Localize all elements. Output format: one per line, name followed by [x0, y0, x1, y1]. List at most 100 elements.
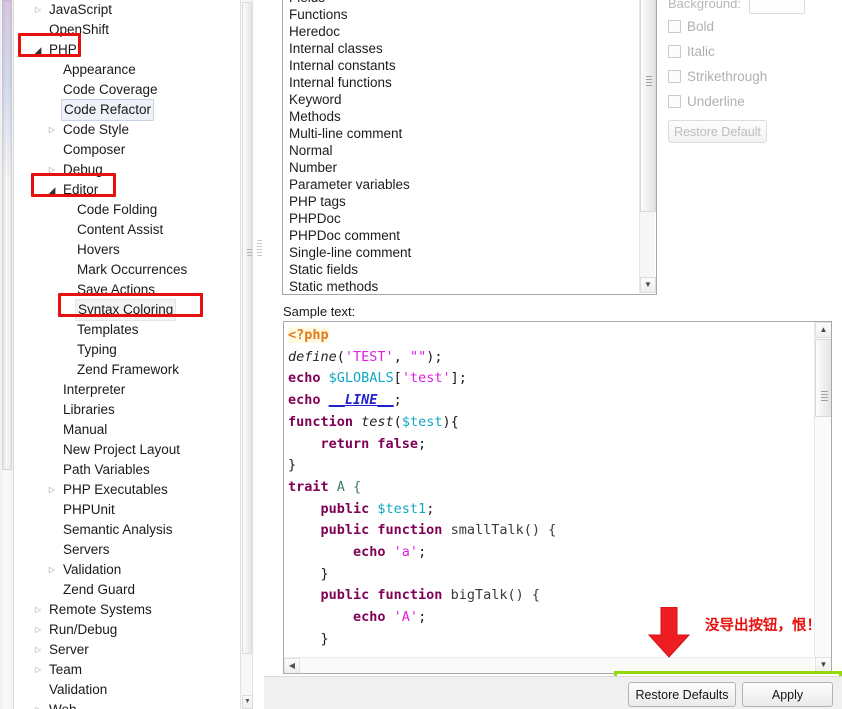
tree-collapsed-arrow-icon[interactable] [33, 700, 43, 709]
sample-scroll-left-icon[interactable]: ◀ [284, 658, 300, 673]
tree-item-php[interactable]: PHP [15, 40, 240, 60]
strikethrough-row[interactable]: Strikethrough [668, 64, 842, 89]
tree-item-label: Hovers [77, 242, 120, 257]
tree-scrollbar[interactable]: ▼ [240, 0, 253, 709]
tree-collapsed-arrow-icon[interactable] [33, 600, 43, 620]
sample-scroll-up-icon[interactable]: ▲ [815, 322, 831, 338]
underline-checkbox[interactable] [668, 95, 681, 108]
tree-item-code-coverage[interactable]: Code Coverage [15, 80, 240, 100]
window-scrollbar[interactable] [0, 0, 14, 709]
tree-scroll-down-icon[interactable]: ▼ [242, 695, 253, 709]
bold-row[interactable]: Bold [668, 14, 842, 39]
tree-item-editor[interactable]: Editor [15, 180, 240, 200]
strikethrough-checkbox[interactable] [668, 70, 681, 83]
tree-item-content-assist[interactable]: Content Assist [15, 220, 240, 240]
listbox-scroll-down-icon[interactable]: ▼ [640, 277, 656, 293]
tree-item-php-executables[interactable]: PHP Executables [15, 480, 240, 500]
tree-collapsed-arrow-icon[interactable] [33, 0, 43, 20]
sample-horizontal-scrollbar[interactable]: ◀ [284, 657, 814, 673]
tree-collapsed-arrow-icon[interactable] [47, 120, 57, 140]
tree-item-team[interactable]: Team [15, 660, 240, 680]
tree-item-path-variables[interactable]: Path Variables [15, 460, 240, 480]
syntax-element-item[interactable]: Multi-line comment [283, 125, 656, 142]
tree-item-libraries[interactable]: Libraries [15, 400, 240, 420]
tree-scrollbar-thumb[interactable] [242, 2, 253, 654]
syntax-element-item[interactable]: Static fields [283, 261, 656, 278]
tree-item-syntax-coloring[interactable]: Syntax Coloring [15, 299, 240, 321]
syntax-element-item[interactable]: PHPDoc comment [283, 227, 656, 244]
tree-item-servers[interactable]: Servers [15, 540, 240, 560]
tree-item-typing[interactable]: Typing [15, 340, 240, 360]
syntax-element-item[interactable]: Heredoc [283, 23, 656, 40]
syntax-element-item[interactable]: Number [283, 159, 656, 176]
syntax-element-item[interactable]: Parameter variables [283, 176, 656, 193]
code-token: 'test' [401, 370, 451, 387]
tree-item-javascript[interactable]: JavaScript [15, 0, 240, 20]
tree-item-code-refactor[interactable]: Code Refactor [15, 99, 240, 121]
panel-sash[interactable] [256, 0, 264, 709]
syntax-element-item[interactable]: Internal functions [283, 74, 656, 91]
tree-item-debug[interactable]: Debug [15, 160, 240, 180]
apply-button[interactable]: Apply [742, 682, 833, 707]
tree-item-code-folding[interactable]: Code Folding [15, 200, 240, 220]
background-color-button[interactable] [749, 0, 805, 14]
tree-expanded-arrow-icon[interactable] [33, 40, 43, 60]
code-line: public $test1; [288, 499, 811, 521]
tree-item-run-debug[interactable]: Run/Debug [15, 620, 240, 640]
code-token: public [288, 500, 378, 517]
sample-vscroll-thumb[interactable] [815, 339, 831, 417]
listbox-scrollbar-thumb[interactable] [640, 0, 656, 212]
tree-item-remote-systems[interactable]: Remote Systems [15, 600, 240, 620]
tree-collapsed-arrow-icon[interactable] [33, 620, 43, 640]
italic-row[interactable]: Italic [668, 39, 842, 64]
tree-item-composer[interactable]: Composer [15, 140, 240, 160]
tree-item-templates[interactable]: Templates [15, 320, 240, 340]
background-row: Background: [668, 0, 842, 14]
code-line: echo $GLOBALS['test']; [288, 368, 811, 390]
syntax-element-item[interactable]: Methods [283, 108, 656, 125]
sample-scroll-down-icon[interactable]: ▼ [815, 657, 831, 673]
italic-label: Italic [687, 44, 715, 59]
tree-item-zend-guard[interactable]: Zend Guard [15, 580, 240, 600]
syntax-element-item[interactable]: PHPDoc [283, 210, 656, 227]
listbox-scrollbar[interactable]: ▼ [639, 0, 656, 293]
tree-item-validation[interactable]: Validation [15, 560, 240, 580]
tree-item-web[interactable]: Web [15, 700, 240, 709]
restore-defaults-button[interactable]: Restore Defaults [628, 682, 736, 707]
preferences-tree[interactable]: JavaScript OpenShift PHP Appearance Code Cov… [15, 0, 240, 709]
syntax-element-item[interactable]: Normal [283, 142, 656, 159]
syntax-element-item[interactable]: Internal constants [283, 57, 656, 74]
tree-item-phpunit[interactable]: PHPUnit [15, 500, 240, 520]
syntax-element-item[interactable]: Internal classes [283, 40, 656, 57]
syntax-element-item[interactable]: Keyword [283, 91, 656, 108]
syntax-element-item[interactable]: Static methods [283, 278, 656, 294]
tree-item-appearance[interactable]: Appearance [15, 60, 240, 80]
tree-expanded-arrow-icon[interactable] [47, 180, 57, 200]
syntax-element-item[interactable]: Single-line comment [283, 244, 656, 261]
tree-item-server[interactable]: Server [15, 640, 240, 660]
tree-item-zend-framework[interactable]: Zend Framework [15, 360, 240, 380]
tree-item-code-style[interactable]: Code Style [15, 120, 240, 140]
syntax-element-item[interactable]: Functions [283, 6, 656, 23]
tree-item-save-actions[interactable]: Save Actions [15, 280, 240, 300]
tree-collapsed-arrow-icon[interactable] [47, 480, 57, 500]
tree-item-semantic-analysis[interactable]: Semantic Analysis [15, 520, 240, 540]
tree-item-validation[interactable]: Validation [15, 680, 240, 700]
syntax-element-item[interactable]: PHP tags [283, 193, 656, 210]
tree-collapsed-arrow-icon[interactable] [47, 560, 57, 580]
sample-vertical-scrollbar[interactable]: ▲ ▼ [814, 322, 831, 673]
underline-row[interactable]: Underline [668, 89, 842, 114]
restore-default-button[interactable]: Restore Default [668, 120, 767, 143]
tree-collapsed-arrow-icon[interactable] [33, 640, 43, 660]
syntax-element-listbox[interactable]: FieldsFunctionsHeredocInternal classesIn… [282, 0, 657, 295]
tree-item-interpreter[interactable]: Interpreter [15, 380, 240, 400]
bold-checkbox[interactable] [668, 20, 681, 33]
tree-item-manual[interactable]: Manual [15, 420, 240, 440]
italic-checkbox[interactable] [668, 45, 681, 58]
tree-item-openshift[interactable]: OpenShift [15, 20, 240, 40]
tree-item-new-project-layout[interactable]: New Project Layout [15, 440, 240, 460]
tree-collapsed-arrow-icon[interactable] [33, 660, 43, 680]
tree-collapsed-arrow-icon[interactable] [47, 160, 57, 180]
tree-item-mark-occurrences[interactable]: Mark Occurrences [15, 260, 240, 280]
tree-item-hovers[interactable]: Hovers [15, 240, 240, 260]
